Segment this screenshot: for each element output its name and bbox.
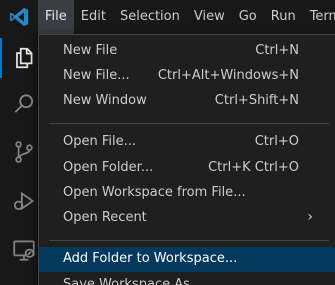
menu-file[interactable]: File <box>38 0 74 34</box>
menu-bar: File Edit Selection View Go Run Termi <box>38 0 335 34</box>
menu-separator <box>49 240 329 241</box>
menu-item-label: Add Folder to Workspace... <box>63 251 238 266</box>
menu-run[interactable]: Run <box>264 0 303 34</box>
menu-item-shortcut: Ctrl+K Ctrl+O <box>208 160 299 175</box>
submenu-chevron-icon: › <box>307 209 313 225</box>
vscode-window: File Edit Selection View Go Run Termi <box>0 0 335 285</box>
menu-item-new-window[interactable]: New Window Ctrl+Shift+N <box>39 89 335 114</box>
menu-selection[interactable]: Selection <box>113 0 187 34</box>
menu-item-label: New File... <box>63 68 130 83</box>
menu-item-save-workspace-as[interactable]: Save Workspace As... <box>39 273 335 285</box>
menu-item-shortcut: Ctrl+N <box>255 43 299 58</box>
menu-item-label: Open Folder... <box>63 160 154 175</box>
menu-item-label: New Window <box>63 93 147 108</box>
menu-item-label: Open Workspace from File... <box>63 185 246 200</box>
menu-item-shortcut: Ctrl+Shift+N <box>214 93 299 108</box>
menu-item-add-folder-to-workspace[interactable]: Add Folder to Workspace... <box>39 247 335 272</box>
title-bar: File Edit Selection View Go Run Termi <box>0 0 335 34</box>
menu-item-label: Save Workspace As... <box>63 277 203 285</box>
search-icon <box>14 94 34 113</box>
menu-terminal[interactable]: Termi <box>303 0 335 34</box>
explorer-icon <box>16 47 33 69</box>
remote-explorer-icon <box>13 240 35 261</box>
vscode-logo-icon <box>9 7 29 27</box>
menu-separator <box>49 123 329 124</box>
source-control-icon <box>15 141 33 163</box>
file-menu-dropdown: New File Ctrl+N New File... Ctrl+Alt+Win… <box>38 34 335 285</box>
menu-item-open-workspace[interactable]: Open Workspace from File... <box>39 181 335 206</box>
menu-item-new-file[interactable]: New File Ctrl+N <box>39 39 335 64</box>
menu-item-shortcut: Ctrl+O <box>254 134 299 149</box>
menu-go[interactable]: Go <box>232 0 264 34</box>
menu-edit[interactable]: Edit <box>74 0 113 34</box>
menu-item-label: Open Recent <box>63 210 147 225</box>
menu-item-open-file[interactable]: Open File... Ctrl+O <box>39 130 335 155</box>
menu-item-open-recent[interactable]: Open Recent › <box>39 206 335 231</box>
menu-view[interactable]: View <box>187 0 232 34</box>
run-debug-icon <box>13 191 35 211</box>
menu-item-label: New File <box>63 43 118 58</box>
menu-item-open-folder[interactable]: Open Folder... Ctrl+K Ctrl+O <box>39 156 335 181</box>
menu-item-new-file-dialog[interactable]: New File... Ctrl+Alt+Windows+N <box>39 64 335 89</box>
menu-item-shortcut: Ctrl+Alt+Windows+N <box>157 68 299 83</box>
menu-item-label: Open File... <box>63 134 137 149</box>
